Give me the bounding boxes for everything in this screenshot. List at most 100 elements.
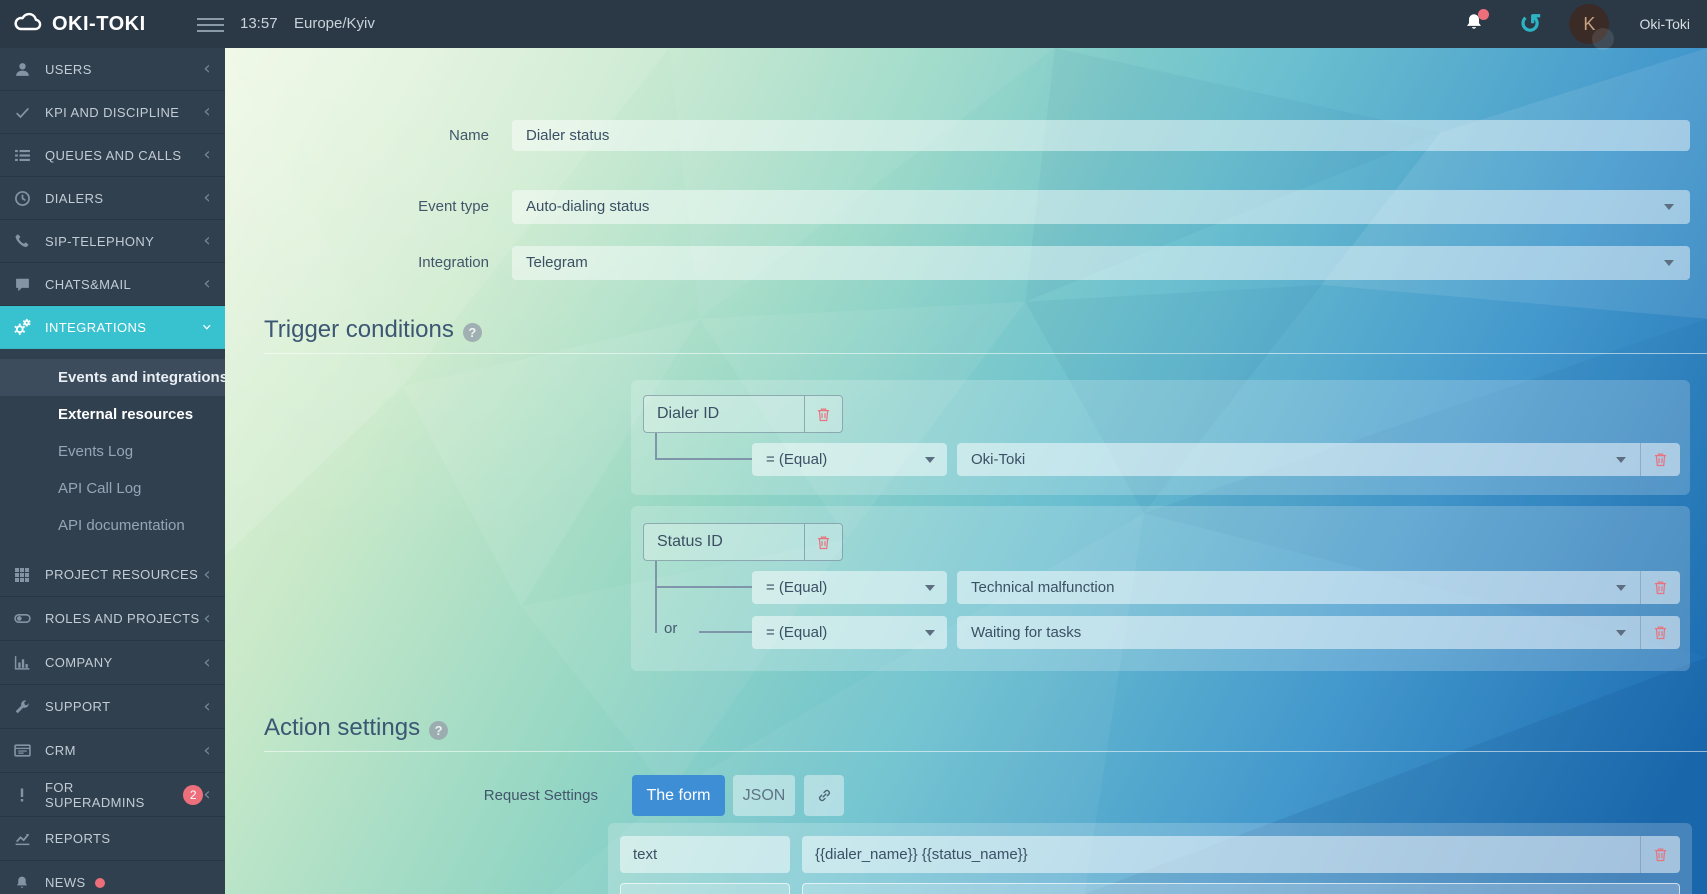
clock-time: 13:57: [240, 0, 278, 48]
request-settings-label: Request Settings: [225, 775, 598, 816]
operator-select[interactable]: = (Equal): [752, 616, 947, 649]
sidebar-item-project-resources[interactable]: PROJECT RESOURCES: [0, 553, 225, 597]
action-settings-heading: Action settings: [264, 714, 448, 742]
delete-value-button[interactable]: [1640, 616, 1680, 649]
submenu-item-api-documentation[interactable]: API documentation: [0, 507, 225, 544]
list-icon: [13, 146, 31, 164]
wrench-icon: [13, 698, 31, 716]
new-param-row: [620, 883, 1680, 894]
delete-value-button[interactable]: [1640, 571, 1680, 604]
integration-select[interactable]: Telegram: [512, 246, 1690, 280]
condition-row: = (Equal) Waiting for tasks: [752, 616, 1680, 649]
new-param-key-input[interactable]: [620, 883, 790, 894]
connector-line: [699, 631, 752, 633]
sidebar-item-label: NEWS: [45, 875, 86, 890]
sidebar-item-label: INTEGRATIONS: [45, 320, 146, 335]
chain-link-icon: [819, 791, 829, 801]
sidebar-item-sip[interactable]: SIP-TELEPHONY: [0, 220, 225, 263]
main-content: Name Event type Auto-dialing status Inte…: [225, 48, 1707, 894]
name-label: Name: [225, 120, 489, 151]
phone-icon: [13, 232, 31, 250]
submenu-item-external-resources[interactable]: External resources: [0, 396, 225, 433]
history-icon[interactable]: ↺: [1517, 12, 1543, 36]
caret-down-icon: [1616, 630, 1626, 636]
sidebar-item-users[interactable]: USERS: [0, 48, 225, 91]
check-icon: [13, 103, 31, 121]
join-or-label: or: [664, 620, 677, 637]
sidebar-item-news[interactable]: NEWS: [0, 861, 225, 894]
section-divider: [264, 751, 1707, 752]
chevron-left-icon: [203, 654, 211, 672]
caret-down-icon: [925, 457, 935, 463]
operator-select[interactable]: = (Equal): [752, 571, 947, 604]
chevron-down-icon: [198, 323, 216, 331]
operator-select[interactable]: = (Equal): [752, 443, 947, 476]
chat-bubble-icon: [13, 275, 31, 293]
sidebar-item-roles-projects[interactable]: ROLES AND PROJECTS: [0, 597, 225, 641]
card-list-icon: [13, 742, 31, 760]
toggle-icon: [13, 610, 31, 628]
sidebar-item-reports[interactable]: REPORTS: [0, 817, 225, 861]
sidebar-item-chats[interactable]: CHATS&MAIL: [0, 263, 225, 306]
value-text: Oki-Toki: [971, 451, 1025, 468]
condition-field-box[interactable]: Status ID: [643, 523, 843, 561]
superadmins-count-badge: 2: [183, 785, 203, 805]
heading-text: Trigger conditions: [264, 316, 454, 344]
avatar-letter: K: [1583, 14, 1595, 35]
sidebar-item-superadmins[interactable]: FOR SUPERADMINS 2: [0, 773, 225, 817]
connector-line: [655, 561, 657, 633]
sidebar-item-label: ROLES AND PROJECTS: [45, 611, 200, 626]
submenu-item-events-and-integrations[interactable]: Events and integrations: [0, 359, 225, 396]
tab-the-form[interactable]: The form: [632, 775, 725, 816]
operator-value: = (Equal): [766, 579, 827, 596]
caret-down-icon: [925, 585, 935, 591]
sidebar-item-queues[interactable]: QUEUES AND CALLS: [0, 134, 225, 177]
param-key-input[interactable]: [620, 836, 790, 873]
connector-line: [655, 433, 657, 460]
sidebar-item-integrations[interactable]: INTEGRATIONS: [0, 306, 225, 349]
chevron-left-icon: [203, 742, 211, 760]
logo[interactable]: OKI-TOKI: [12, 0, 146, 48]
avatar[interactable]: K: [1569, 4, 1609, 44]
sidebar-item-crm[interactable]: CRM: [0, 729, 225, 773]
condition-field-box[interactable]: Dialer ID: [643, 395, 843, 433]
event-type-select[interactable]: Auto-dialing status: [512, 190, 1690, 224]
value-select[interactable]: Technical malfunction: [957, 571, 1640, 604]
sidebar-item-company[interactable]: COMPANY: [0, 641, 225, 685]
name-input[interactable]: [512, 120, 1690, 151]
cloud-logo-icon: [12, 11, 44, 37]
logo-text: OKI-TOKI: [52, 13, 146, 36]
value-select[interactable]: Oki-Toki: [957, 443, 1640, 476]
submenu-item-events-log[interactable]: Events Log: [0, 433, 225, 470]
submenu-item-api-call-log[interactable]: API Call Log: [0, 470, 225, 507]
delete-param-button[interactable]: [1640, 836, 1680, 873]
notifications-bell-icon[interactable]: [1463, 12, 1487, 36]
section-divider: [264, 353, 1707, 354]
sidebar-item-kpi[interactable]: KPI AND DISCIPLINE: [0, 91, 225, 134]
chevron-left-icon: [203, 698, 211, 716]
link-button[interactable]: [804, 775, 844, 816]
operator-value: = (Equal): [766, 624, 827, 641]
delete-condition-button[interactable]: [804, 524, 842, 560]
hamburger-menu-icon[interactable]: [197, 14, 224, 34]
tab-json[interactable]: JSON: [733, 775, 795, 816]
sidebar-item-label: DIALERS: [45, 191, 103, 206]
value-select[interactable]: Waiting for tasks: [957, 616, 1640, 649]
param-value-input[interactable]: [802, 836, 1640, 873]
topbar-right: ↺ K Oki-Toki: [1463, 0, 1690, 48]
chevron-left-icon: [203, 189, 211, 207]
sidebar-item-label: PROJECT RESOURCES: [45, 567, 198, 582]
sidebar-item-dialers[interactable]: DIALERS: [0, 177, 225, 220]
sidebar-item-label: REPORTS: [45, 831, 110, 846]
sidebar-item-label: QUEUES AND CALLS: [45, 148, 181, 163]
help-icon[interactable]: [463, 323, 482, 342]
delete-condition-button[interactable]: [804, 396, 842, 432]
sidebar-item-label: SIP-TELEPHONY: [45, 234, 154, 249]
delete-value-button[interactable]: [1640, 443, 1680, 476]
chevron-left-icon: [203, 60, 211, 78]
caret-down-icon: [925, 630, 935, 636]
sidebar-item-support[interactable]: SUPPORT: [0, 685, 225, 729]
sidebar: USERS KPI AND DISCIPLINE QUEUES AND CALL…: [0, 48, 225, 894]
help-icon[interactable]: [429, 721, 448, 740]
new-param-value-input[interactable]: [802, 883, 1680, 894]
